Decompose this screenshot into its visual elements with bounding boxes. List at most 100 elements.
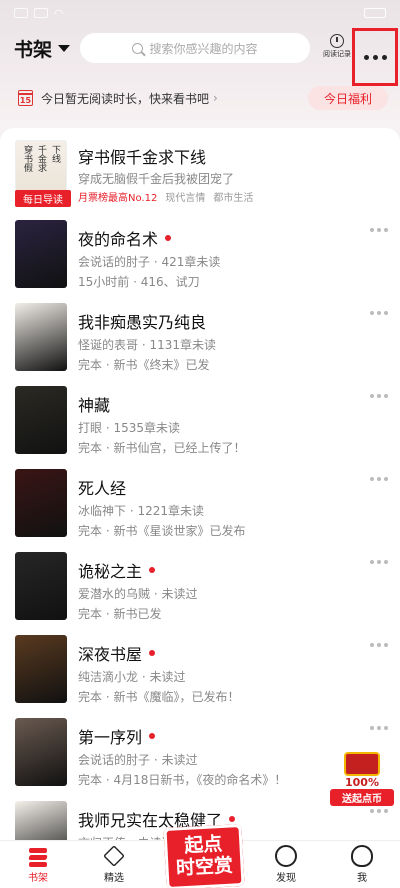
search-input[interactable]: 搜索你感兴趣的内容	[80, 33, 310, 63]
reading-notice[interactable]: 15 今日暂无阅读时长，快来看书吧 › 今日福利	[0, 86, 400, 110]
book-title: 诡秘之主	[78, 558, 156, 582]
update-dot-icon	[165, 235, 172, 241]
more-dots-icon	[377, 394, 381, 398]
compass-icon	[275, 845, 297, 867]
more-dots-icon	[384, 809, 388, 813]
tab-discover[interactable]: 发现	[256, 845, 316, 884]
book-more-button[interactable]	[370, 477, 388, 481]
book-more-button[interactable]	[370, 726, 388, 730]
book-author-progress: 会说话的肘子 · 未读过	[78, 753, 198, 767]
book-status: 完本 · 4月18日新书，《夜的命名术》！	[78, 773, 287, 787]
daily-recommendation[interactable]: 穿书假 千金求 下线 每日导读 穿书假千金求下线 穿成无脑假千金后我被团宠了 月…	[0, 128, 400, 210]
daily-welfare-button[interactable]: 今日福利	[308, 86, 388, 110]
book-more-button[interactable]	[370, 560, 388, 564]
notice-text: 今日暂无阅读时长，快来看书吧	[41, 91, 210, 106]
book-title-text: 第一序列	[78, 728, 143, 747]
signal-icon	[34, 8, 48, 18]
recommendation-tags: 月票榜最高No.12 现代言情 都市生活	[78, 189, 253, 204]
more-options-button[interactable]	[352, 28, 398, 86]
search-icon	[132, 42, 144, 54]
book-more-button[interactable]	[370, 809, 388, 813]
tab-featured[interactable]: 精选	[84, 845, 144, 884]
book-author-progress: 纯洁滴小龙 · 未读过	[78, 670, 186, 684]
book-cover[interactable]	[15, 386, 67, 454]
chevron-right-icon: ›	[213, 91, 218, 105]
promo-line2: 时空赏	[175, 854, 234, 880]
more-dots-icon	[384, 394, 388, 398]
coin-reward-float[interactable]: 100% 送起点币	[330, 752, 394, 808]
book-status: 完本 · 新书《星谈世家》已发布	[78, 524, 246, 538]
more-dots-icon	[372, 54, 378, 60]
gift-box-icon	[344, 752, 380, 776]
book-more-button[interactable]	[370, 311, 388, 315]
book-more-button[interactable]	[370, 394, 388, 398]
book-cover[interactable]	[15, 635, 67, 703]
book-title-text: 深夜书屋	[78, 645, 143, 664]
book-author-progress: 怪诞的表哥 · 1131章未读	[78, 338, 216, 352]
more-dots-icon	[370, 726, 374, 730]
daily-guide-badge: 每日导读	[15, 190, 71, 207]
book-status: 完本 · 新书《终末》已发	[78, 358, 210, 372]
book-title: 死人经	[78, 475, 126, 499]
genre-tag: 现代言情	[165, 193, 206, 204]
book-cover[interactable]	[15, 552, 67, 620]
battery-icon	[364, 8, 386, 18]
wifi-icon: ◠	[54, 6, 64, 20]
book-cover[interactable]	[15, 469, 67, 537]
more-dots-icon	[370, 394, 374, 398]
book-title: 夜的命名术	[78, 226, 172, 250]
more-dots-icon	[384, 311, 388, 315]
page-title: 书架	[14, 38, 53, 61]
book-more-button[interactable]	[370, 643, 388, 647]
more-dots-icon	[384, 643, 388, 647]
more-dots-icon	[384, 726, 388, 730]
book-cover[interactable]	[15, 220, 67, 288]
profile-icon	[351, 845, 373, 867]
time-reward-promo-button[interactable]: 起点 时空赏	[163, 824, 245, 888]
more-dots-icon	[370, 311, 374, 315]
search-placeholder: 搜索你感兴趣的内容	[149, 41, 258, 56]
cover-text: 穿书假	[22, 145, 32, 172]
more-dots-icon	[370, 477, 374, 481]
tab-label: 发现	[276, 873, 296, 884]
shelf-title-dropdown[interactable]: 书架	[14, 35, 71, 62]
more-dots-icon	[370, 809, 374, 813]
tab-label: 我	[357, 873, 367, 884]
update-dot-icon	[149, 567, 156, 573]
book-row[interactable]: 诡秘之主爱潜水的乌贼 · 未读过 完本 · 新书已发	[0, 544, 400, 627]
tab-label: 精选	[104, 873, 124, 884]
diamond-icon	[103, 845, 125, 867]
book-row[interactable]: 夜的命名术 会说话的肘子 · 421章未读 15小时前 · 416、试刀	[0, 212, 400, 295]
book-title-text: 死人经	[78, 479, 127, 498]
book-cover[interactable]	[15, 718, 67, 786]
reward-percent: 100%	[345, 776, 379, 789]
book-author-progress: 会说话的肘子 · 421章未读	[78, 255, 221, 269]
update-dot-icon	[149, 733, 156, 739]
book-status: 完本 · 新书已发	[78, 607, 162, 621]
book-title-text: 我非痴愚实乃纯良	[78, 313, 207, 332]
cover-text: 千金求	[36, 145, 46, 172]
book-row[interactable]: 我非痴愚实乃纯良怪诞的表哥 · 1131章未读 完本 · 新书《终末》已发	[0, 295, 400, 378]
recommendation-desc: 穿成无脑假千金后我被团宠了	[78, 172, 235, 186]
book-title-text: 夜的命名术	[78, 230, 159, 249]
more-dots-icon	[377, 477, 381, 481]
reading-history-button[interactable]: 阅读记录	[322, 32, 352, 59]
book-title: 第一序列	[78, 724, 156, 748]
tab-label: 书架	[28, 873, 48, 884]
tab-bookshelf[interactable]: 书架	[8, 845, 68, 884]
book-cover[interactable]	[15, 303, 67, 371]
more-dots-icon	[384, 560, 388, 564]
book-row[interactable]: 神藏 打眼 · 1535章未读 完本 · 新书仙宫，已经上传了！	[0, 378, 400, 461]
app-header: 书架 搜索你感兴趣的内容 阅读记录	[0, 28, 400, 86]
book-row[interactable]: 深夜书屋 纯洁滴小龙 · 未读过 完本 · 新书《魔临》，已发布！	[0, 627, 400, 710]
book-row[interactable]: 死人经 冰临神下 · 1221章未读 完本 · 新书《星谈世家》已发布	[0, 461, 400, 544]
tab-me[interactable]: 我	[332, 845, 392, 884]
more-dots-icon	[377, 311, 381, 315]
bookshelf-icon	[27, 845, 49, 867]
more-dots-icon	[370, 560, 374, 564]
book-cover[interactable]	[15, 801, 67, 840]
book-more-button[interactable]	[370, 228, 388, 232]
reward-text: 送起点币	[330, 789, 394, 806]
reading-history-label: 阅读记录	[323, 50, 351, 58]
book-author-progress: 爱潜水的乌贼 · 未读过	[78, 587, 198, 601]
